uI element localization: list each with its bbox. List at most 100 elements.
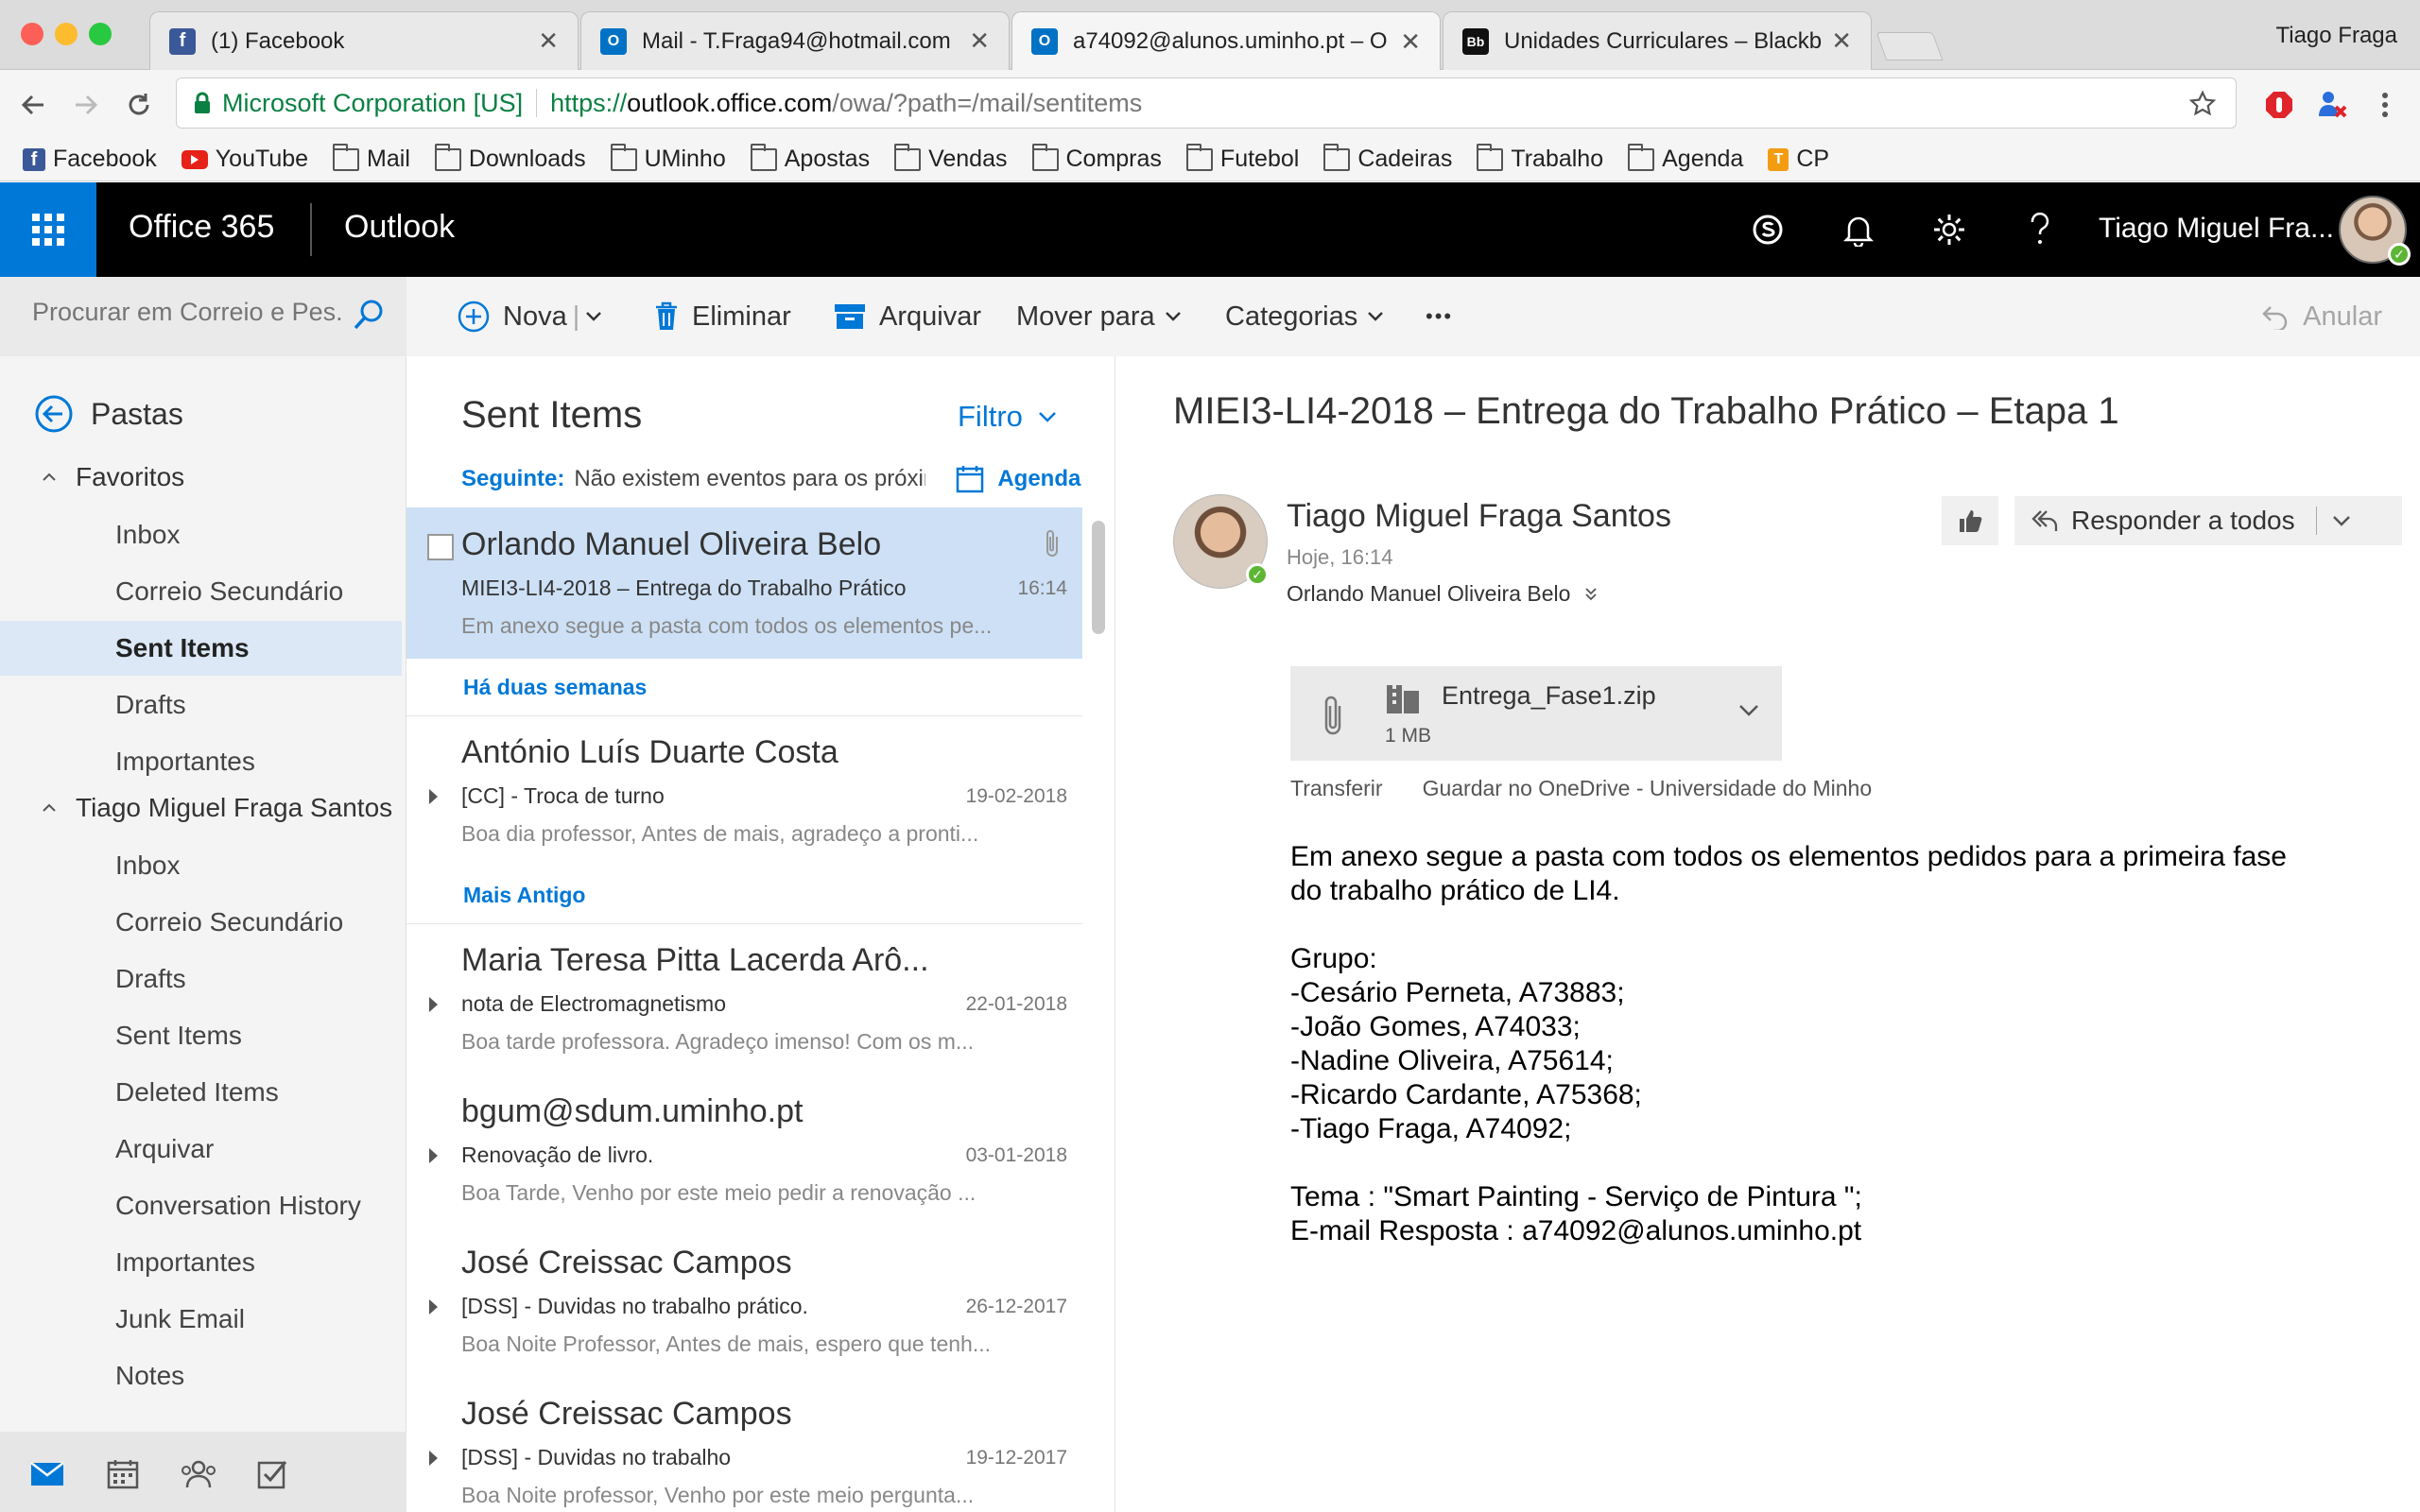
attachment-card[interactable]: Entrega_Fase1.zip 1 MB <box>1290 666 1782 761</box>
browser-tab-hotmail[interactable]: O Mail - T.Fraga94@hotmail.com ✕ <box>580 11 1010 70</box>
expand-conversation-icon[interactable] <box>429 1451 438 1466</box>
expand-conversation-icon[interactable] <box>429 997 438 1012</box>
expand-conversation-icon[interactable] <box>429 1299 438 1314</box>
expand-conversation-icon[interactable] <box>429 1148 438 1163</box>
bookmark-agenda[interactable]: Agenda <box>1628 143 1743 173</box>
window-minimize-button[interactable] <box>55 23 78 45</box>
chevron-down-icon[interactable] <box>2332 515 2351 526</box>
agenda-button[interactable]: Agenda <box>956 465 1080 493</box>
folder-item-notes[interactable]: Notes <box>0 1349 402 1403</box>
search-icon[interactable] <box>352 298 386 332</box>
message-list-item[interactable]: Maria Teresa Pitta Lacerda Arô... nota de… <box>406 923 1082 1074</box>
forward-arrow-icon[interactable] <box>70 89 102 121</box>
account-name[interactable]: Tiago Miguel Fra... <box>2099 213 2334 245</box>
message-list-item[interactable]: Orlando Manuel Oliveira Belo MIEI3-LI4-20… <box>406 507 1082 659</box>
app-name[interactable]: Outlook <box>344 209 455 246</box>
chevron-down-icon[interactable] <box>585 311 602 322</box>
help-icon[interactable] <box>2019 209 2061 250</box>
bookmark-trabalho[interactable]: Trabalho <box>1477 143 1603 173</box>
office365-brand[interactable]: Office 365 <box>129 209 274 246</box>
sender-avatar[interactable]: ✓ <box>1173 494 1269 589</box>
recipient-row[interactable]: Orlando Manuel Oliveira Belo <box>1287 581 1599 607</box>
bookmark-downloads[interactable]: Downloads <box>434 143 586 173</box>
chevron-down-icon[interactable] <box>1738 704 1759 717</box>
app-launcher-icon[interactable] <box>0 182 96 277</box>
avatar[interactable]: ✓ <box>2339 196 2411 266</box>
expand-conversation-icon[interactable] <box>429 789 438 804</box>
bookmark-star-icon[interactable] <box>2188 90 2217 118</box>
folder-item-junk-email[interactable]: Junk Email <box>0 1292 402 1347</box>
tab-close-icon[interactable]: ✕ <box>538 26 559 56</box>
folder-item-correio-secund-rio[interactable]: Correio Secundário <box>0 895 402 950</box>
people-icon[interactable] <box>180 1458 217 1490</box>
adblock-extension-icon[interactable] <box>2263 89 2295 121</box>
tasks-icon[interactable] <box>253 1458 291 1490</box>
more-actions-button[interactable]: ••• <box>1426 296 1453 337</box>
extension-puzzle-icon[interactable] <box>2316 89 2348 121</box>
save-to-onedrive-link[interactable]: Guardar no OneDrive - Universidade do Mi… <box>1423 776 1873 801</box>
undo-button[interactable]: Anular <box>2261 296 2382 337</box>
back-arrow-icon[interactable] <box>17 89 49 121</box>
calendar-icon[interactable] <box>104 1458 142 1490</box>
attachment-name[interactable]: Entrega_Fase1.zip <box>1442 681 1656 711</box>
filter-button[interactable]: Filtro <box>958 400 1057 434</box>
notification-bell-icon[interactable] <box>1838 209 1879 250</box>
security-label[interactable]: Microsoft Corporation [US] <box>222 89 523 118</box>
folder-item-arquivar[interactable]: Arquivar <box>0 1122 402 1177</box>
folder-group-header[interactable]: Favoritos <box>42 462 184 492</box>
new-message-button[interactable]: Nova | <box>458 296 615 337</box>
folder-item-importantes[interactable]: Importantes <box>0 734 402 789</box>
window-zoom-button[interactable] <box>89 23 112 45</box>
message-select-checkbox[interactable] <box>427 534 454 560</box>
expand-recipients-icon[interactable] <box>1583 587 1599 602</box>
folder-item-correio-secund-rio[interactable]: Correio Secundário <box>0 564 402 619</box>
browser-profile-name[interactable]: Tiago Fraga <box>2275 23 2397 49</box>
search-input[interactable] <box>32 298 344 327</box>
bookmark-uminho[interactable]: UMinho <box>610 143 726 173</box>
mail-icon[interactable] <box>28 1458 66 1490</box>
tab-close-icon[interactable]: ✕ <box>1831 26 1852 56</box>
like-button[interactable] <box>1942 496 1998 545</box>
bookmark-youtube[interactable]: YouTube <box>181 146 308 173</box>
bookmark-mail[interactable]: Mail <box>333 143 410 173</box>
categories-button[interactable]: Categorias <box>1225 296 1397 337</box>
folder-item-drafts[interactable]: Drafts <box>0 952 402 1006</box>
bookmark-compras[interactable]: Compras <box>1031 143 1162 173</box>
tab-close-icon[interactable]: ✕ <box>969 26 990 56</box>
browser-tab-blackboard[interactable]: Bb Unidades Curriculares – Blackb ✕ <box>1443 11 1872 70</box>
message-list-item[interactable]: José Creissac Campos [DSS] - Duvidas no t… <box>406 1377 1082 1512</box>
recipient-name[interactable]: Orlando Manuel Oliveira Belo <box>1287 581 1570 607</box>
chrome-menu-icon[interactable] <box>2369 89 2401 121</box>
folder-item-conversation-history[interactable]: Conversation History <box>0 1178 402 1233</box>
folders-back-button[interactable]: Pastas <box>34 394 183 434</box>
browser-tab-facebook[interactable]: f (1) Facebook ✕ <box>149 11 579 70</box>
bookmark-facebook[interactable]: f Facebook <box>23 146 157 173</box>
folder-item-inbox[interactable]: Inbox <box>0 838 402 893</box>
browser-tab-uminho-mail[interactable]: O a74092@alunos.uminho.pt – O ✕ <box>1011 11 1441 71</box>
folder-group-header[interactable]: Tiago Miguel Fraga Santos <box>42 793 392 823</box>
message-list-item[interactable]: bgum@sdum.uminho.pt Renovação de livro. 03… <box>406 1074 1082 1226</box>
scrollbar-thumb[interactable] <box>1092 521 1105 634</box>
archive-button[interactable]: Arquivar <box>834 296 981 337</box>
bookmark-futebol[interactable]: Futebol <box>1185 143 1299 173</box>
sender-name[interactable]: Tiago Miguel Fraga Santos <box>1287 498 1671 535</box>
address-bar[interactable]: Microsoft Corporation [US] https://outlo… <box>176 77 2237 129</box>
settings-gear-icon[interactable] <box>1928 209 1970 250</box>
folder-item-sent-items[interactable]: Sent Items <box>0 621 402 676</box>
folder-item-drafts[interactable]: Drafts <box>0 678 402 732</box>
new-tab-button[interactable] <box>1876 32 1944 60</box>
folder-item-deleted-items[interactable]: Deleted Items <box>0 1065 402 1120</box>
reply-all-button[interactable]: Responder a todos <box>2014 496 2402 545</box>
window-close-button[interactable] <box>21 23 43 45</box>
tab-close-icon[interactable]: ✕ <box>1400 27 1421 57</box>
reload-icon[interactable] <box>123 89 155 121</box>
download-link[interactable]: Transferir <box>1290 776 1383 801</box>
message-list-item[interactable]: António Luís Duarte Costa [CC] - Troca de… <box>406 715 1082 867</box>
bookmark-cp[interactable]: T CP <box>1768 146 1829 173</box>
folder-item-importantes[interactable]: Importantes <box>0 1235 402 1290</box>
bookmark-apostas[interactable]: Apostas <box>750 143 870 173</box>
delete-button[interactable]: Eliminar <box>654 296 791 337</box>
bookmark-cadeiras[interactable]: Cadeiras <box>1323 143 1452 173</box>
move-to-button[interactable]: Mover para <box>1016 296 1195 337</box>
message-list-item[interactable]: José Creissac Campos [DSS] - Duvidas no t… <box>406 1226 1082 1377</box>
